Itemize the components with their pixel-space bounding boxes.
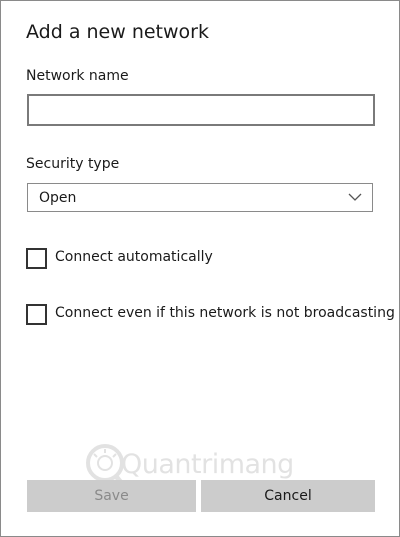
security-type-dropdown[interactable]: Open xyxy=(27,183,373,212)
cancel-button[interactable]: Cancel xyxy=(201,480,375,512)
connect-automatically-option[interactable]: Connect automatically xyxy=(26,248,216,270)
chevron-down-icon xyxy=(348,193,362,201)
security-type-label: Security type xyxy=(26,156,120,172)
network-name-label: Network name xyxy=(26,68,129,84)
network-name-input[interactable] xyxy=(27,94,375,126)
add-network-dialog: Add a new network Network name Security … xyxy=(0,0,400,537)
connect-not-broadcasting-label: Connect even if this network is not broa… xyxy=(55,305,395,321)
connect-automatically-checkbox[interactable] xyxy=(26,248,47,269)
connect-automatically-label: Connect automatically xyxy=(55,249,213,265)
security-type-value: Open xyxy=(39,190,77,206)
watermark-text: Quantrimang xyxy=(121,449,294,480)
connect-not-broadcasting-checkbox[interactable] xyxy=(26,304,47,325)
dialog-title: Add a new network xyxy=(26,21,209,43)
save-button[interactable]: Save xyxy=(27,480,196,512)
connect-not-broadcasting-option[interactable]: Connect even if this network is not broa… xyxy=(26,304,395,326)
